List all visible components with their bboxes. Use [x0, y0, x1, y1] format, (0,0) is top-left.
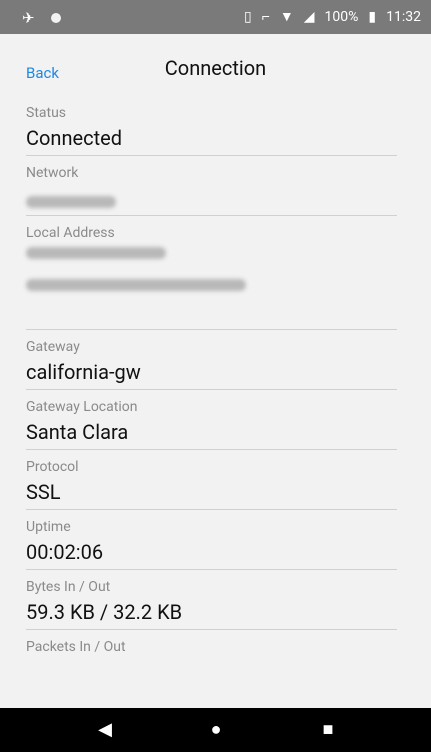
- packets-row: Packets In / Out: [26, 630, 397, 690]
- app-bar: Back Connection: [0, 34, 431, 90]
- vpn-key-icon: ⌐: [261, 9, 270, 25]
- field-label: Status: [26, 105, 67, 121]
- redacted-ipv4: [26, 247, 166, 259]
- status-left-icons: ✈︎: [22, 9, 61, 27]
- field-label: Gateway: [26, 339, 80, 355]
- home-circle-icon[interactable]: ●: [206, 720, 226, 740]
- field-value: california-gw: [26, 360, 141, 384]
- field-value: 00:02:06: [26, 540, 104, 564]
- back-triangle-icon[interactable]: ◀: [95, 720, 115, 740]
- connection-details: Status Connected Network Local Address G…: [0, 96, 431, 708]
- gateway-location-row: Gateway Location Santa Clara: [26, 390, 397, 450]
- field-label: Network: [26, 165, 79, 181]
- field-value: Connected: [26, 126, 123, 150]
- recents-square-icon[interactable]: ■: [318, 720, 338, 740]
- field-label: Gateway Location: [26, 399, 138, 415]
- status-bar: ✈︎ ▯ ⌐ ▼ ◢ 100% ▮ 11:32: [0, 0, 431, 34]
- field-label: Protocol: [26, 459, 79, 475]
- bytes-row: Bytes In / Out 59.3 KB / 32.2 KB: [26, 570, 397, 630]
- field-label: Uptime: [26, 519, 71, 535]
- redacted-network: [26, 196, 116, 208]
- signal-icon: ◢: [303, 8, 315, 25]
- gateway-row: Gateway california-gw: [26, 330, 397, 390]
- uptime-row: Uptime 00:02:06: [26, 510, 397, 570]
- page-title: Connection: [164, 56, 267, 80]
- local-address-row: Local Address: [26, 216, 397, 330]
- field-label: Bytes In / Out: [26, 579, 111, 595]
- vibrate-icon: ▯: [244, 8, 252, 25]
- clock-time: 11:32: [386, 8, 421, 25]
- notification-icon: ✈︎: [22, 9, 35, 27]
- field-label: Local Address: [26, 225, 115, 241]
- protocol-row: Protocol SSL: [26, 450, 397, 510]
- status-right: ▯ ⌐ ▼ ◢ 100% ▮ 11:32: [244, 8, 421, 26]
- network-row: Network: [26, 156, 397, 216]
- field-value: 59.3 KB / 32.2 KB: [26, 600, 183, 624]
- field-value: Santa Clara: [26, 420, 129, 444]
- status-row: Status Connected: [26, 96, 397, 156]
- field-label: Packets In / Out: [26, 639, 126, 655]
- field-value: SSL: [26, 480, 61, 504]
- battery-icon: ▮: [368, 8, 377, 25]
- notification-dot-icon: [50, 13, 61, 23]
- system-nav-bar: ◀ ● ■: [0, 708, 431, 752]
- battery-percent: 100%: [324, 8, 359, 25]
- redacted-ipv6: [26, 279, 246, 291]
- wifi-icon: ▼: [279, 9, 294, 25]
